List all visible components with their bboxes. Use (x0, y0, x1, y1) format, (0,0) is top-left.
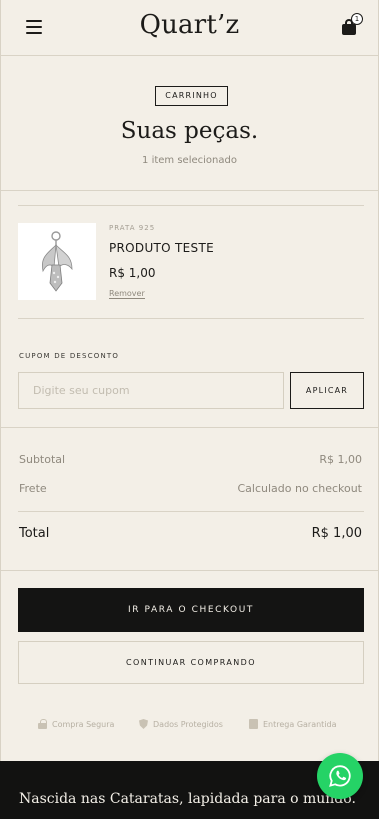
trust-protected: Dados Protegidos (139, 719, 223, 729)
divider (1, 570, 378, 571)
page-title: Suas peças. (120, 118, 259, 144)
product-name[interactable]: PRODUTO TESTE (109, 241, 214, 255)
whatsapp-button[interactable] (317, 753, 363, 799)
product-price: R$ 1,00 (109, 266, 156, 280)
trust-secure: Compra Segura (38, 719, 114, 729)
cart-badge: CARRINHO (155, 86, 228, 106)
footer-tagline: Nascida nas Cataratas, lapidada para o m… (19, 791, 356, 807)
divider (18, 318, 364, 319)
apply-coupon-button[interactable]: APLICAR (290, 372, 364, 409)
trust-delivery-label: Entrega Garantida (263, 719, 337, 729)
coupon-input[interactable] (18, 372, 284, 409)
product-category: PRATA 925 (109, 224, 156, 232)
package-icon (249, 719, 258, 729)
cart-count-badge: 1 (351, 13, 363, 25)
divider (18, 205, 364, 206)
subtotal-value: R$ 1,00 (319, 453, 362, 466)
divider (1, 190, 378, 191)
total-label: Total (19, 526, 50, 541)
divider (18, 511, 364, 512)
shipping-value: Calculado no checkout (237, 482, 362, 495)
subtotal-label: Subtotal (19, 453, 66, 466)
trust-secure-label: Compra Segura (52, 719, 115, 729)
site-logo[interactable]: Quart’z (1, 10, 378, 40)
checkout-button[interactable]: IR PARA O CHECKOUT (18, 588, 364, 632)
items-count: 1 item selecionado (142, 155, 237, 166)
shield-icon (139, 719, 148, 729)
continue-shopping-button[interactable]: CONTINUAR COMPRANDO (18, 641, 364, 684)
coupon-label: CUPOM DE DESCONTO (19, 352, 120, 360)
divider (1, 427, 378, 428)
remove-item-link[interactable]: Remover (109, 289, 145, 299)
whatsapp-icon (329, 765, 351, 787)
lock-icon (38, 719, 47, 729)
site-header: Quart’z 1 (1, 0, 378, 56)
total-value: R$ 1,00 (311, 526, 362, 541)
product-image[interactable] (18, 223, 96, 300)
trust-delivery: Entrega Garantida (249, 719, 337, 729)
trust-protected-label: Dados Protegidos (153, 719, 223, 729)
shipping-label: Frete (19, 482, 47, 495)
